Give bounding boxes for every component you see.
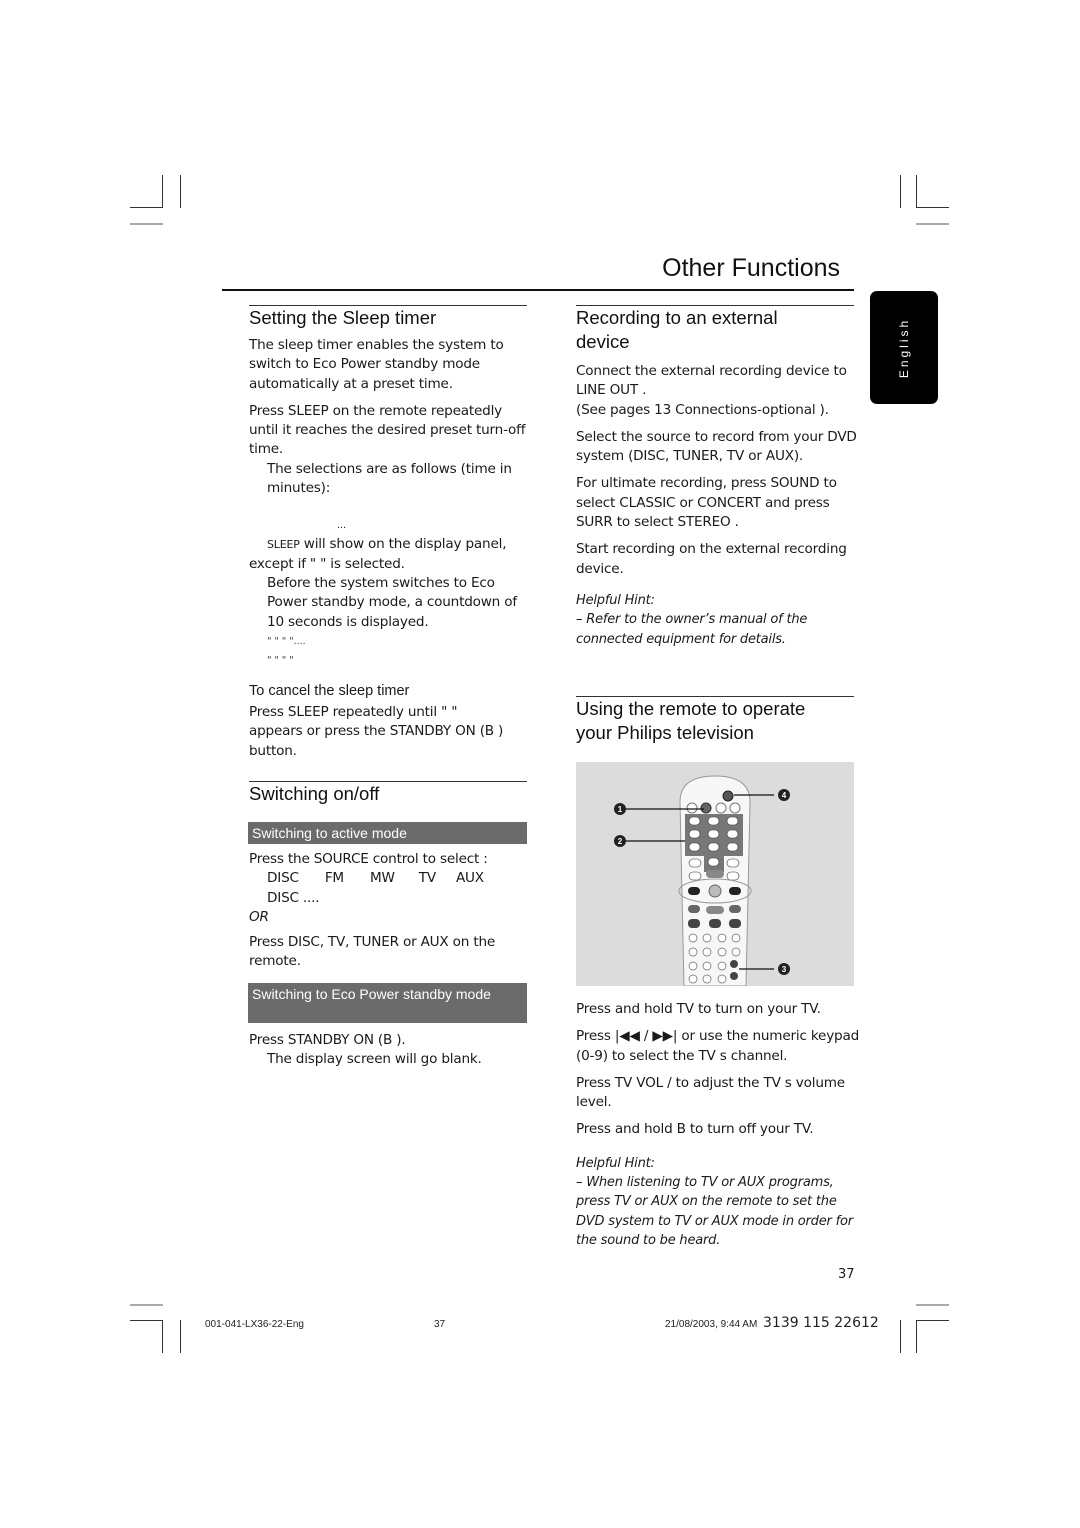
recording-see-pages: (See pages 13 Connections-optional ). (576, 401, 829, 418)
recording-section: Connect the external recording device to… (576, 362, 860, 649)
source-loop: DISC .... (267, 889, 320, 906)
crop-mark (916, 223, 949, 225)
source-line: Press the SOURCE control to select : (249, 851, 488, 867)
source-tv: TV (418, 870, 436, 887)
callout-3: 3 (782, 965, 787, 974)
crop-mark (916, 207, 949, 208)
source-mw: MW (369, 870, 395, 887)
title-rule (222, 289, 854, 291)
remote-control-icon: 1 2 3 4 (614, 775, 790, 987)
sleep-indicator: SLEEP (267, 538, 300, 552)
tv-hint-text: – When listening to TV or AUX programs, … (576, 1175, 853, 1248)
crop-mark (916, 1304, 949, 1306)
crop-mark (916, 175, 917, 208)
page-title: Other Functions (662, 254, 840, 282)
footer-file: 001-041-LX36-22-Eng (205, 1319, 304, 1330)
recording-sound: For ultimate recording, press SOUND to s… (576, 475, 837, 531)
recording-select-source: Select the source to record from your DV… (576, 428, 857, 465)
crop-mark (130, 1304, 163, 1306)
callout-1: 1 (618, 805, 623, 814)
tv-section: Press and hold TV to turn on your TV. Pr… (576, 1000, 860, 1250)
crop-mark (162, 175, 163, 208)
section-heading-tv: Using the remote to operate your Philips… (576, 698, 806, 743)
source-section: Press the SOURCE control to select : DIS… (249, 850, 529, 972)
page-number: 37 (838, 1267, 855, 1282)
hint-title: Helpful Hint: (576, 592, 655, 608)
standby-note: The display screen will go blank. (267, 1051, 482, 1068)
display-note-text: will show on the display panel, (299, 536, 507, 553)
crop-mark (130, 1320, 163, 1321)
sleep-intro: The sleep timer enables the system to sw… (249, 337, 504, 392)
eco-mode-bar: Switching to Eco Power standby mode (248, 983, 527, 1023)
recording-connect: Connect the external recording device to… (576, 363, 847, 399)
crop-mark (180, 1320, 181, 1353)
sleep-display-note: SLEEP will show on the display panel, (249, 535, 531, 554)
tv-step-3: Press TV VOL / to adjust the TV s volume… (576, 1074, 845, 1111)
crop-mark (900, 1320, 901, 1353)
hint-text: – Refer to the owner’s manual of the con… (576, 612, 808, 647)
footer-page: 37 (434, 1319, 446, 1330)
crop-mark (180, 175, 181, 208)
callout-2: 2 (618, 837, 623, 846)
crop-mark (162, 1320, 163, 1353)
tv-hint-title: Helpful Hint: (576, 1155, 655, 1171)
sleep-selections: ... (337, 520, 346, 532)
section-heading-switching: Switching on/off (249, 783, 380, 804)
language-label: English (897, 317, 911, 378)
footer-timestamp: 21/08/2003, 9:44 AM (665, 1319, 758, 1330)
section-heading-recording: Recording to an external device (576, 307, 778, 352)
source-sequence: DISC FM MW TV AUX (249, 869, 529, 888)
tv-step-1: Press and hold TV to turn on your TV. (576, 1001, 821, 1017)
section-heading-sleep: Setting the Sleep timer (249, 307, 437, 328)
sleep-step-note: The selections are as follows (time in m… (267, 460, 512, 497)
cancel-text: Press SLEEP repeatedly until " " appears… (249, 704, 504, 759)
countdown-note: Before the system switches to Eco Power … (267, 574, 517, 630)
standby-section: Press STANDBY ON (B ). The display scree… (249, 1031, 529, 1070)
active-mode-bar: Switching to active mode (248, 822, 527, 844)
source-aux: AUX (455, 870, 484, 887)
language-tab: English (870, 291, 938, 404)
source-fm: FM (324, 870, 344, 887)
crop-mark (916, 1320, 917, 1353)
countdown-quotes-2: " " " " (267, 654, 294, 666)
footer-code: 3139 115 22612 (763, 1315, 879, 1331)
source-disc: DISC (267, 870, 299, 887)
recording-start: Start recording on the external recordin… (576, 541, 847, 577)
or-label: OR (249, 908, 269, 925)
crop-mark (900, 175, 901, 208)
crop-mark (130, 207, 163, 208)
tv-step-4: Press and hold B to turn off your TV. (576, 1121, 814, 1138)
crop-mark (130, 223, 163, 225)
cancel-heading: To cancel the sleep timer (249, 683, 410, 699)
sleep-section: The sleep timer enables the system to sw… (249, 336, 531, 670)
display-note-line2: except if " " is selected. (249, 555, 405, 572)
sleep-step: Press SLEEP on the remote repeatedly unt… (249, 402, 526, 458)
standby-line: Press STANDBY ON (B ). (249, 1032, 406, 1048)
callout-4: 4 (782, 791, 787, 800)
remote-illustration: 1 2 3 4 (576, 762, 854, 987)
countdown-quotes-1: " " " ".... (267, 635, 306, 647)
tv-step-2: Press |◀◀ / ▶▶| or use the numeric keypa… (576, 1028, 860, 1064)
crop-mark (916, 1320, 949, 1321)
remote-line: Press DISC, TV, TUNER or AUX on the remo… (249, 934, 496, 970)
